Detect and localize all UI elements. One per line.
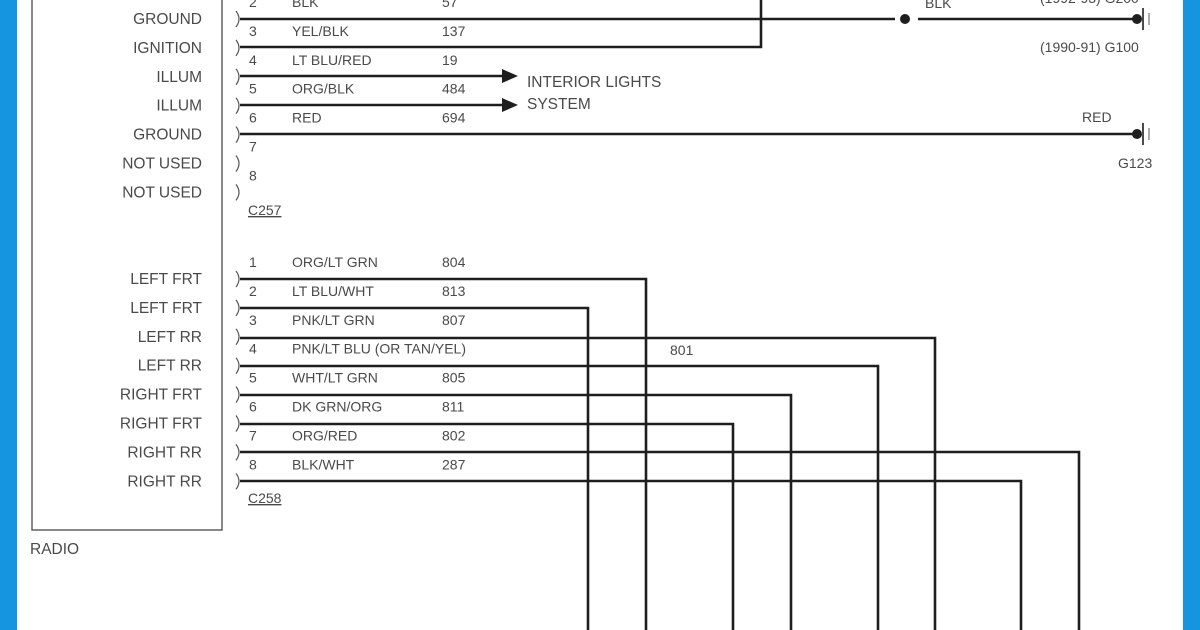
wire-color: DK GRN/ORG — [292, 399, 382, 415]
circuit-number: 19 — [442, 52, 458, 68]
pin-number: 2 — [249, 0, 257, 10]
connector-bracket — [235, 357, 240, 375]
c258-pin-rows: 1 ORG/LT GRN 804 2 LT BLU/WHT 813 3 PNK/LT GRN 8… — [249, 254, 466, 472]
circuit-number: 484 — [442, 81, 466, 97]
pin-function-label: GROUND — [133, 11, 202, 28]
arrow-right-icon — [502, 98, 518, 112]
pin-number: 5 — [249, 370, 257, 386]
ground-2-label: G123 — [1118, 155, 1152, 171]
wire-color: PNK/LT BLU (OR TAN/YEL) — [292, 341, 466, 357]
pin-function-label: RIGHT FRT — [120, 387, 203, 404]
circuit-number: 813 — [442, 283, 466, 299]
pin-function-label: GROUND — [133, 127, 202, 144]
wire-color: ORG/LT GRN — [292, 254, 378, 270]
wire-color: BLK — [292, 0, 319, 10]
connector-bracket — [235, 270, 240, 288]
connector-bracket — [235, 328, 240, 346]
pin-function-label: LEFT RR — [138, 329, 202, 346]
circuit-number: 805 — [442, 370, 466, 386]
pin-function-label: LEFT RR — [138, 358, 202, 375]
splice-dot — [900, 14, 910, 24]
pin-function-label: NOT USED — [122, 156, 202, 173]
wire-color: LT BLU/RED — [292, 52, 372, 68]
connector-bracket — [235, 97, 240, 115]
circuit-number: 137 — [442, 23, 466, 39]
pin-number: 1 — [249, 254, 257, 270]
circuit-number: 802 — [442, 427, 466, 443]
c257-function-labels: GROUND IGNITION ILLUM ILLUM GROUND NOT USED NO… — [122, 11, 202, 201]
wire-color: PNK/LT GRN — [292, 312, 375, 328]
interior-lights-label: INTERIOR LIGHTS — [527, 74, 661, 91]
ground-icon — [1132, 123, 1150, 145]
wiring-diagram: RADIO GROUND IGNITION ILLUM ILLUM GROUND NOT … — [30, 0, 1152, 630]
pin-number: 3 — [249, 23, 257, 39]
wire-org-lt-grn-804 — [240, 277, 648, 630]
pin-number: 4 — [249, 52, 257, 68]
connector-bracket — [235, 444, 240, 461]
wire-color: RED — [292, 110, 322, 126]
connector-bracket — [235, 386, 240, 403]
circuit-number: 694 — [442, 110, 466, 126]
connector-bracket — [235, 299, 240, 317]
circuit-number: 804 — [442, 254, 466, 270]
pin-number: 7 — [249, 139, 257, 155]
pin-function-label: LEFT FRT — [130, 271, 202, 288]
pin-function-label: RIGHT FRT — [120, 416, 203, 433]
pin-function-label: LEFT FRT — [130, 300, 202, 317]
pin-number: 8 — [249, 167, 257, 183]
wire-blk-wht-287 — [240, 479, 1023, 630]
pin-number: 2 — [249, 283, 257, 299]
wire-color: ORG/BLK — [292, 81, 355, 97]
wire-org-red-802 — [240, 450, 1081, 630]
c258-function-labels: LEFT FRT LEFT FRT LEFT RR LEFT RR RIGHT FRT R… — [120, 271, 203, 490]
connector-bracket — [235, 184, 240, 201]
c257-connector-id: C257 — [248, 202, 282, 218]
pin-number: 7 — [249, 427, 257, 443]
c258-brackets — [235, 270, 240, 490]
pin-function-label: ILLUM — [156, 98, 202, 115]
connector-bracket — [235, 155, 240, 172]
wire-dk-grn-org-811 — [240, 422, 735, 630]
interior-lights-system-label: SYSTEM — [527, 96, 591, 113]
connector-bracket — [235, 10, 240, 28]
pin-function-label: RIGHT RR — [127, 473, 202, 490]
pin-number: 8 — [249, 456, 257, 472]
circuit-801-label: 801 — [670, 342, 694, 358]
circuit-number: 807 — [442, 312, 466, 328]
c258-connector-id: C258 — [248, 490, 282, 506]
pin-function-label: RIGHT RR — [127, 444, 202, 461]
ground-1-label: (1990-91) G100 — [1040, 39, 1139, 55]
wire-color: BLK/WHT — [292, 456, 355, 472]
wire-color: ORG/RED — [292, 427, 357, 443]
connector-bracket — [235, 39, 240, 57]
connector-bracket — [235, 126, 240, 143]
ground-2-wire-color: RED — [1082, 109, 1112, 125]
pin-number: 3 — [249, 312, 257, 328]
radio-label: RADIO — [30, 541, 79, 558]
c257-brackets — [235, 10, 240, 201]
c257-pin-rows: 2 BLK 57 3 YEL/BLK 137 4 LT BLU/RED 19 5 ORG/BLK 48… — [249, 0, 466, 183]
wire-color: WHT/LT GRN — [292, 370, 378, 386]
circuit-number: 811 — [442, 399, 465, 415]
pin-function-label: NOT USED — [122, 184, 202, 201]
ground-1-top-label: (1992-93) G200 — [1040, 0, 1139, 6]
connector-bracket — [235, 472, 240, 490]
wire-color: YEL/BLK — [292, 23, 349, 39]
connector-bracket — [235, 68, 240, 86]
pin-number: 6 — [249, 399, 257, 415]
pin-function-label: IGNITION — [133, 40, 202, 57]
arrow-right-icon — [502, 69, 518, 83]
pin-function-label: ILLUM — [156, 69, 202, 86]
circuit-number: 57 — [442, 0, 458, 10]
circuit-number: 287 — [442, 456, 466, 472]
pin-number: 6 — [249, 110, 257, 126]
pin-number: 4 — [249, 341, 257, 357]
connector-bracket — [235, 415, 240, 432]
ground-1-wire-color: BLK — [925, 0, 952, 11]
ground-icon — [1132, 8, 1150, 30]
wire-color: LT BLU/WHT — [292, 283, 374, 299]
pin-number: 5 — [249, 81, 257, 97]
